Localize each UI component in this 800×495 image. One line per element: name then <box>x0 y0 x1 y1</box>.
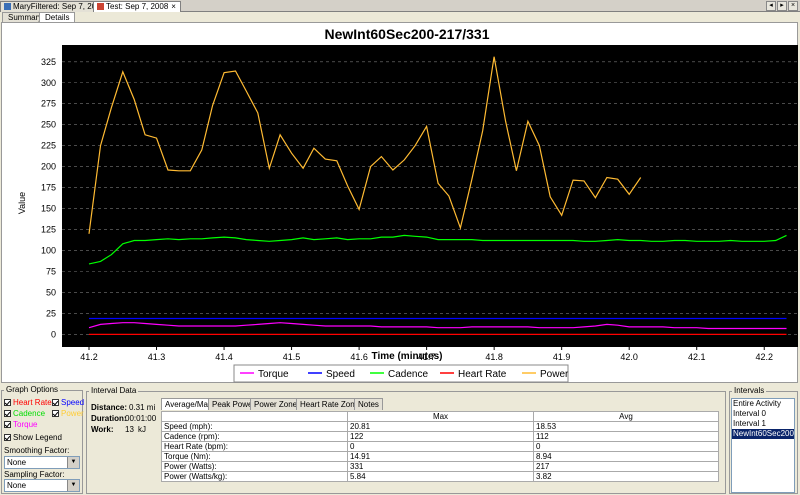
distance-value: 0.31 mi <box>129 403 156 412</box>
y-tick-label: 300 <box>41 78 56 88</box>
x-tick-label: 41.4 <box>215 352 233 362</box>
x-tick-label: 41.8 <box>485 352 503 362</box>
y-axis-label: Value <box>17 192 27 214</box>
x-tick-label: 41.2 <box>80 352 98 362</box>
work-label: Work: <box>91 425 114 434</box>
work-unit: kJ <box>138 425 146 434</box>
table-row: Power (Watts): 331 217 <box>161 461 719 472</box>
chart-panel: NewInt60Sec200-217/331 0 25 50 75 100 125 150 1… <box>1 22 798 383</box>
close-icon[interactable]: × <box>171 2 176 11</box>
list-item[interactable]: Entire Activity <box>732 399 794 409</box>
checkbox-icon <box>52 410 59 417</box>
chart-title: NewInt60Sec200-217/331 <box>325 26 490 42</box>
plot-area <box>62 45 798 347</box>
tab-notes[interactable]: Notes <box>354 398 383 410</box>
duration-label: Duration: <box>91 414 127 423</box>
list-item-selected[interactable]: NewInt60Sec200-... <box>732 429 794 439</box>
duration-value: 00:01:00 <box>125 414 157 423</box>
table-row: Torque (Nm): 14.91 8.94 <box>161 451 719 462</box>
y-tick-label: 50 <box>46 287 56 297</box>
graph-options-title: Graph Options <box>4 385 61 394</box>
x-axis-label: Time (minutes) <box>372 351 443 362</box>
legend-item-cadence: Cadence <box>388 369 428 380</box>
checkbox-icon <box>4 421 11 428</box>
x-tick-label: 41.9 <box>553 352 571 362</box>
x-tick-label: 42.1 <box>688 352 706 362</box>
x-tick-label: 42.0 <box>620 352 638 362</box>
y-tick-label: 275 <box>41 99 56 109</box>
legend-item-speed: Speed <box>326 369 355 380</box>
y-tick-label: 225 <box>41 141 56 151</box>
y-tick-label: 325 <box>41 57 56 67</box>
torque-checkbox[interactable]: Torque <box>4 420 37 430</box>
y-tick-label: 200 <box>41 162 56 172</box>
heart-rate-checkbox[interactable]: Heart Rate <box>4 398 52 408</box>
power-checkbox[interactable]: Power <box>52 409 84 419</box>
scroll-right-button[interactable]: ▸ <box>777 1 787 11</box>
smoothing-factor-select[interactable]: None ▼ <box>4 456 80 469</box>
activity-icon <box>97 3 104 10</box>
chevron-down-icon: ▼ <box>67 457 79 468</box>
table-row: Cadence (rpm): 122 112 <box>161 431 719 442</box>
column-header-max: Max <box>347 411 534 422</box>
distance-label: Distance: <box>91 403 128 412</box>
checkbox-icon <box>4 399 11 406</box>
smoothing-factor-label: Smoothing Factor: <box>4 446 70 455</box>
y-tick-label: 75 <box>46 267 56 277</box>
sampling-factor-select[interactable]: None ▼ <box>4 479 80 492</box>
legend-item-torque: Torque <box>258 369 289 380</box>
document-tab-bar: MaryFiltered: Sep 7, 2008× Test: Sep 7, … <box>0 0 800 12</box>
interval-data-title: Interval Data <box>89 386 139 395</box>
y-tick-label: 100 <box>41 246 56 256</box>
x-tick-label: 41.3 <box>148 352 166 362</box>
doc-tab-test[interactable]: Test: Sep 7, 2008 × <box>93 1 181 12</box>
x-tick-label: 41.5 <box>283 352 301 362</box>
column-header-avg: Avg <box>533 411 719 422</box>
scroll-left-button[interactable]: ◂ <box>766 1 776 11</box>
speed-checkbox[interactable]: Speed <box>52 398 84 408</box>
checkbox-icon <box>4 434 11 441</box>
close-window-button[interactable]: × <box>788 1 798 11</box>
table-row: Heart Rate (bpm): 0 0 <box>161 441 719 452</box>
legend-item-power: Power <box>540 369 569 380</box>
x-tick-label: 41.6 <box>350 352 368 362</box>
table-row: Speed (mph): 20.81 18.53 <box>161 421 719 432</box>
x-tick-label: 42.2 <box>755 352 773 362</box>
intervals-title: Intervals <box>732 386 767 395</box>
cadence-checkbox[interactable]: Cadence <box>4 409 45 419</box>
y-tick-label: 150 <box>41 204 56 214</box>
list-item[interactable]: Interval 0 <box>732 409 794 419</box>
y-tick-label: 250 <box>41 120 56 130</box>
chevron-down-icon: ▼ <box>67 480 79 491</box>
legend-item-heart-rate: Heart Rate <box>458 369 507 380</box>
y-tick-label: 125 <box>41 225 56 235</box>
y-tick-label: 0 <box>51 329 56 339</box>
checkbox-icon <box>4 410 11 417</box>
checkbox-icon <box>52 399 59 406</box>
interval-stats-table: Max Avg Speed (mph): 20.81 18.53 Cadence (… <box>161 411 719 482</box>
table-row: Power (Watts/kg): 5.84 3.82 <box>161 471 719 482</box>
work-value: 13 <box>125 425 134 434</box>
y-tick-label: 175 <box>41 183 56 193</box>
activity-icon <box>4 3 11 10</box>
line-chart: NewInt60Sec200-217/331 0 25 50 75 100 125 150 1… <box>17 26 798 383</box>
y-tick-label: 25 <box>46 308 56 318</box>
intervals-list[interactable]: Entire Activity Interval 0 Interval 1 Ne… <box>731 398 795 493</box>
table-header-row: Max Avg <box>161 411 719 422</box>
list-item[interactable]: Interval 1 <box>732 419 794 429</box>
show-legend-checkbox[interactable]: Show Legend <box>4 433 62 443</box>
